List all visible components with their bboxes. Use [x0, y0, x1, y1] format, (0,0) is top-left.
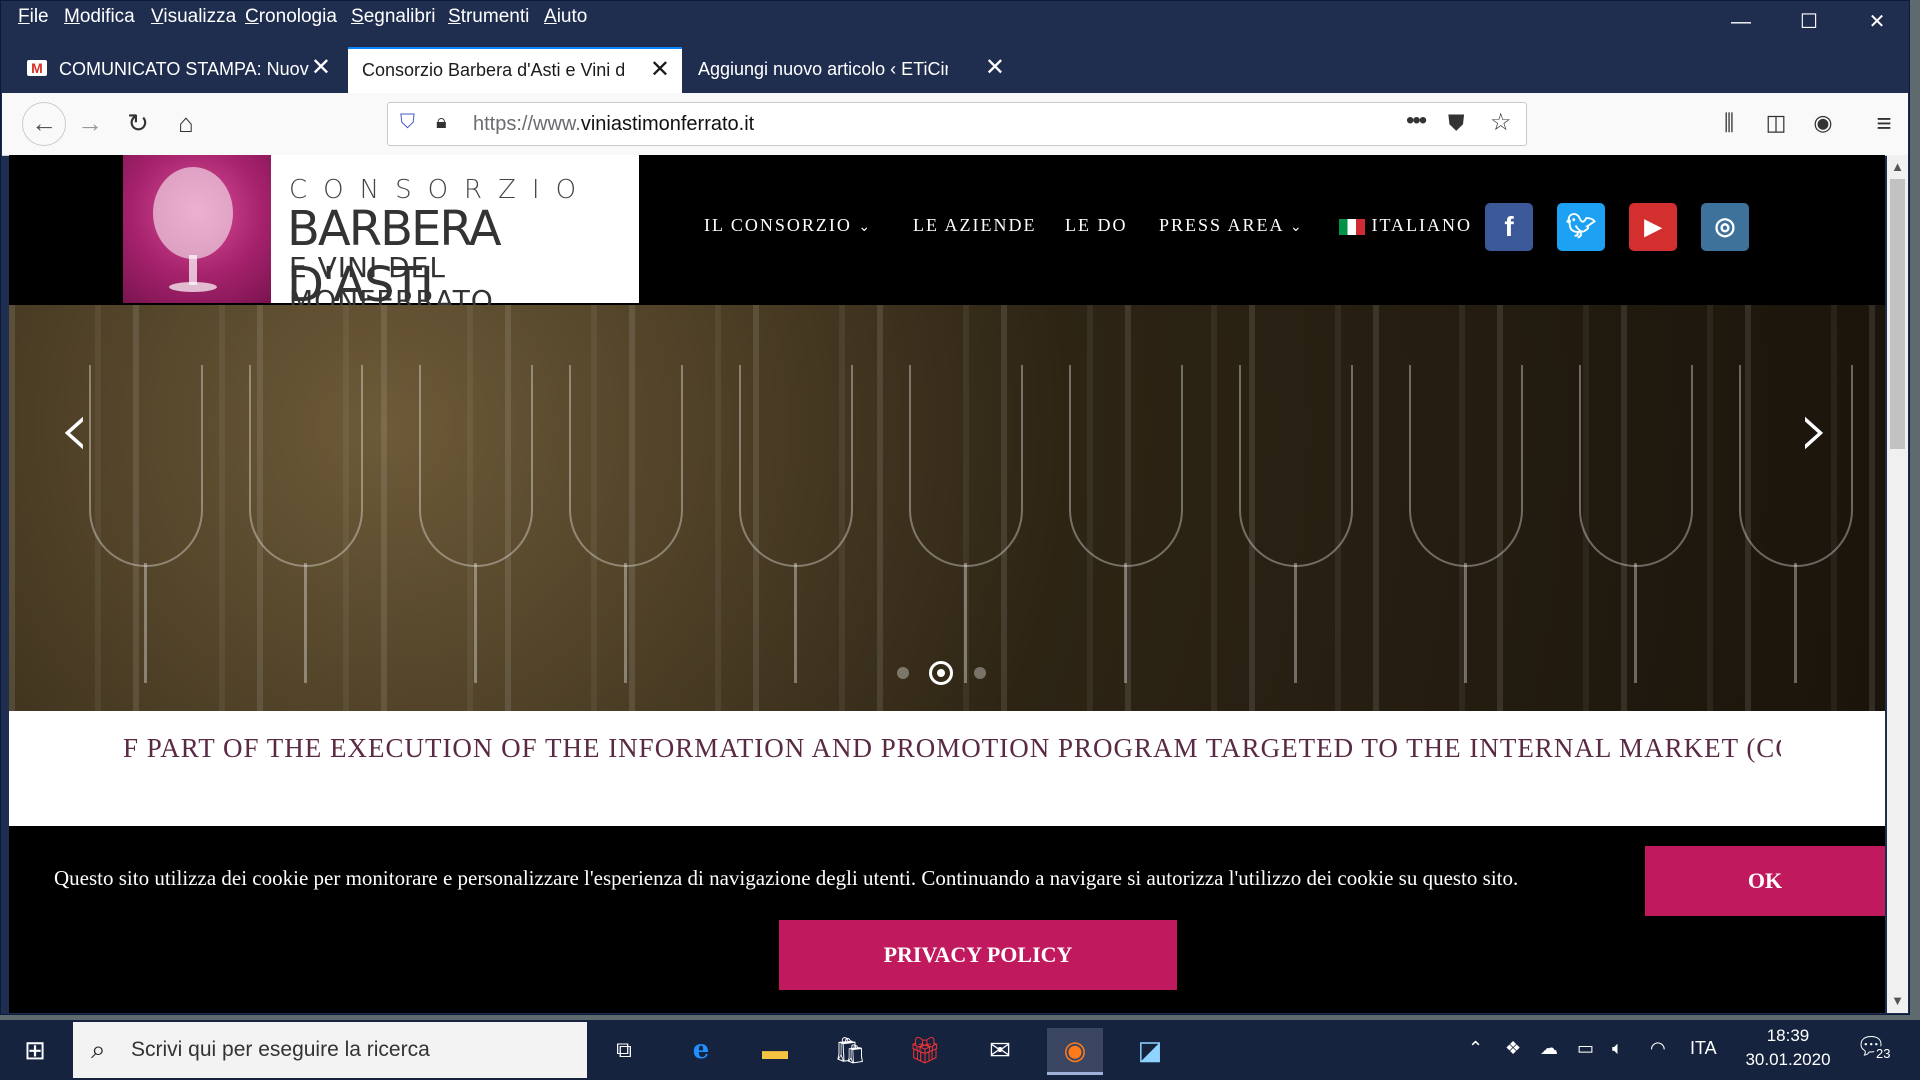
cookie-banner: Questo sito utilizza dei cookie per moni… [9, 826, 1885, 1013]
wine-glasses-image [9, 365, 1885, 683]
tracking-protection-icon[interactable]: ⛉ [400, 111, 415, 134]
navigation-toolbar: ← → ↻ ⌂ ⛉ 🔒︎ https://www.viniastimonferr… [2, 93, 1908, 156]
close-window-icon[interactable]: ✕ [1849, 1, 1905, 43]
wifi-icon[interactable]: ◠ [1650, 1038, 1666, 1059]
page-actions-icon[interactable]: ••• [1406, 107, 1427, 135]
show-hidden-icons-icon[interactable]: ⌃ [1468, 1038, 1483, 1059]
search-placeholder: Scrivi qui per eseguire la ricerca [131, 1038, 430, 1061]
news-ticker[interactable]: F PART OF THE EXECUTION OF THE INFORMATI… [123, 733, 1781, 764]
lock-icon[interactable]: 🔒︎ [436, 111, 447, 134]
tab-title: Consorzio Barbera d'Asti e Vini del [362, 60, 624, 80]
windows-start-icon[interactable]: ⊞ [0, 1020, 70, 1080]
nav-le-aziende[interactable]: LE AZIENDE [913, 215, 1036, 236]
account-icon[interactable]: ◉ [1805, 105, 1841, 141]
scrollbar-thumb[interactable] [1890, 179, 1905, 449]
menu-bar: File Modifica Visualizza Cronologia Segn… [1, 1, 1909, 33]
clock-date: 30.01.2020 [1745, 1050, 1831, 1069]
taskbar-search-box[interactable]: ⌕ Scrivi qui per eseguire la ricerca [73, 1022, 587, 1078]
clock-time: 18:39 [1766, 1026, 1810, 1045]
nav-language[interactable]: ITALIANO [1339, 215, 1472, 236]
scroll-down-icon[interactable]: ▼ [1887, 993, 1908, 1008]
menu-modifica[interactable]: Modifica [64, 6, 135, 28]
volume-icon[interactable]: 🔈︎ [1612, 1038, 1623, 1059]
slider-next-icon[interactable]: › [1799, 385, 1830, 475]
mail-icon[interactable]: ✉ [972, 1028, 1028, 1072]
menu-cronologia[interactable]: Cronologia [245, 6, 337, 28]
tab-gmail[interactable]: M COMUNICATO STAMPA: Nuovi ✕ [13, 47, 343, 93]
menu-visualizza[interactable]: Visualizza [151, 6, 236, 28]
slider-dot[interactable] [897, 667, 909, 679]
gift-icon[interactable]: 🎁︎ [897, 1028, 953, 1072]
forward-icon[interactable]: → [72, 105, 108, 141]
menu-file[interactable]: File [18, 6, 49, 28]
task-view-icon[interactable]: ⧉ [596, 1028, 652, 1072]
italy-flag-icon [1339, 218, 1365, 235]
tab-strip: M COMUNICATO STAMPA: Nuovi ✕ Consorzio B… [1, 47, 1909, 130]
cookie-ok-button[interactable]: OK [1645, 846, 1885, 916]
wine-glass-logo-icon [123, 155, 271, 303]
windows-taskbar: ⊞ ⌕ Scrivi qui per eseguire la ricerca ⧉… [0, 1020, 1920, 1080]
input-language[interactable]: ITA [1690, 1038, 1717, 1059]
privacy-policy-button[interactable]: PRIVACY POLICY [779, 920, 1177, 990]
chevron-down-icon: ⌄ [1290, 220, 1304, 235]
slider-dot-active[interactable] [929, 661, 954, 685]
tab-consorzio[interactable]: Consorzio Barbera d'Asti e Vini del ✕ [348, 47, 682, 95]
notepad-icon[interactable]: ◪ [1122, 1028, 1178, 1072]
onedrive-icon[interactable]: ☁ [1540, 1038, 1558, 1059]
slider-prev-icon[interactable]: ‹ [59, 385, 90, 475]
nav-il-consorzio[interactable]: IL CONSORZIO ⌄ [704, 215, 872, 236]
youtube-icon[interactable]: ▶ [1629, 203, 1677, 251]
chevron-down-icon: ⌄ [858, 220, 873, 235]
menu-aiuto[interactable]: Aiuto [544, 6, 587, 28]
web-page: CONSORZIO BARBERA D'ASTI E VINI DEL MONF… [9, 155, 1885, 1013]
home-icon[interactable]: ⌂ [168, 105, 204, 141]
nav-press-area[interactable]: PRESS AREA ⌄ [1159, 215, 1304, 236]
page-scrollbar[interactable]: ▲ ▼ [1887, 155, 1908, 1013]
system-clock[interactable]: 18:39 30.01.2020 [1738, 1024, 1838, 1072]
edge-icon[interactable]: e [673, 1028, 729, 1072]
url-bar[interactable]: ⛉ 🔒︎ https://www.viniastimonferrato.it •… [387, 102, 1527, 146]
close-tab-icon[interactable]: ✕ [311, 56, 331, 80]
store-icon[interactable]: 🛍︎ [822, 1028, 878, 1072]
slider-dot[interactable] [973, 667, 986, 679]
pocket-icon[interactable]: ⛊ [1448, 110, 1465, 136]
site-header: CONSORZIO BARBERA D'ASTI E VINI DEL MONF… [9, 155, 1885, 317]
back-icon[interactable]: ← [22, 102, 66, 146]
reload-icon[interactable]: ↻ [120, 105, 156, 141]
facebook-icon[interactable]: f [1485, 203, 1533, 251]
close-tab-icon[interactable]: ✕ [985, 56, 1005, 80]
battery-icon[interactable]: ▭ [1577, 1038, 1594, 1059]
notification-count: 23 [1874, 1046, 1893, 1061]
url-text[interactable]: https://www.viniastimonferrato.it [473, 113, 754, 136]
minimize-icon[interactable]: — [1713, 1, 1769, 43]
bookmark-star-icon[interactable]: ☆ [1490, 108, 1512, 137]
hamburger-menu-icon[interactable]: ≡ [1866, 105, 1902, 141]
close-tab-icon[interactable]: ✕ [650, 58, 670, 82]
gmail-icon: M [27, 60, 47, 76]
firefox-icon[interactable]: ◉ [1047, 1028, 1103, 1075]
tab-eticinfo[interactable]: Aggiungi nuovo articolo ‹ ETiCinfor ✕ [687, 47, 1017, 93]
nav-le-do[interactable]: LE DO [1065, 215, 1128, 236]
library-icon[interactable]: ⫼ [1711, 105, 1747, 141]
menu-strumenti[interactable]: Strumenti [448, 6, 529, 28]
slider-dots [889, 661, 994, 685]
hero-slider: ‹ › [9, 305, 1885, 711]
site-logo[interactable]: CONSORZIO BARBERA D'ASTI E VINI DEL MONF… [123, 155, 639, 317]
search-icon: ⌕ [91, 1034, 106, 1064]
tab-title: Aggiungi nuovo articolo ‹ ETiCinfor [698, 59, 948, 79]
action-center-icon[interactable]: 💬︎ 23 [1856, 1032, 1893, 1061]
twitter-icon[interactable]: 🐦︎ [1557, 203, 1605, 251]
cookie-text: Questo sito utilizza dei cookie per moni… [54, 866, 1519, 890]
file-explorer-icon[interactable]: ▬ [747, 1028, 803, 1072]
maximize-icon[interactable]: ☐ [1781, 1, 1837, 43]
browser-window: File Modifica Visualizza Cronologia Segn… [0, 0, 1910, 1015]
instagram-icon[interactable]: ◎ [1701, 203, 1749, 251]
sidebar-icon[interactable]: ◫ [1758, 105, 1794, 141]
menu-segnalibri[interactable]: Segnalibri [351, 6, 436, 28]
dropbox-icon[interactable]: ❖ [1505, 1038, 1521, 1059]
tab-title: COMUNICATO STAMPA: Nuovi [59, 59, 309, 79]
scroll-up-icon[interactable]: ▲ [1887, 159, 1908, 174]
